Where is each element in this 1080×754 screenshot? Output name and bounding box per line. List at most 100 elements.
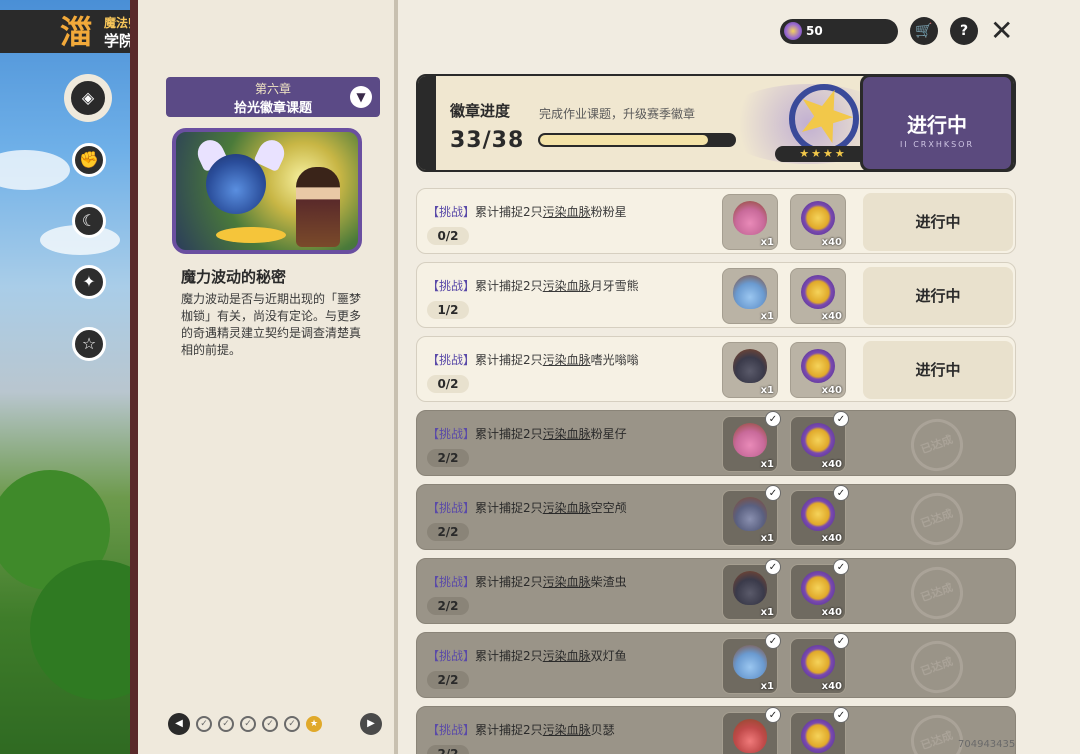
help-icon[interactable]: ? [950,17,978,45]
fist-icon[interactable]: ✊ [72,143,106,177]
chapter-number: 第六章 [254,82,291,96]
page-dot[interactable]: ✓ [218,716,234,732]
page-dot[interactable]: ✓ [196,716,212,732]
task-progress: 2/2 [427,597,469,615]
task-tag: 【挑战】 [427,501,476,515]
reward-qty: x40 [821,237,842,248]
reward-seed[interactable]: x1 [722,268,778,324]
task-target: 空空颅 [590,501,627,515]
task-status[interactable]: 进行中 [863,341,1013,399]
user-id: 704943435 [958,739,1016,750]
task-status-text: 进行中 [915,287,961,305]
task-progress: 2/2 [427,745,469,754]
task-tag: 【挑战】 [427,427,476,441]
page-dot[interactable]: ✓ [284,716,300,732]
task-row[interactable]: 【挑战】累计捕捉2只污染血脉粉粉星 0/2 x1 x40 进行中 [416,188,1016,254]
task-prefix: 累计捕捉2只 [475,501,543,515]
next-page-button[interactable]: ▶ [360,713,382,735]
magic-disk [216,227,286,243]
reward-qty: x40 [821,681,842,692]
completed-stamp: 已达成 [903,411,971,479]
chapter-banner[interactable]: 第六章 拾光徽章课题 ▼ [166,77,380,117]
reward-qty: x1 [760,311,774,322]
coin-icon [784,22,802,40]
task-row[interactable]: 【挑战】累计捕捉2只污染血脉柴渣虫 2/2 x1 ✓ x40 ✓ 已达成 [416,558,1016,627]
task-row[interactable]: 【挑战】累计捕捉2只污染血脉贝瑟 2/2 x1 ✓ x40 ✓ 已达成 [416,706,1016,754]
task-status: 已达成 [863,411,1013,479]
task-tag: 【挑战】 [427,723,476,737]
task-tag: 【挑战】 [427,353,476,367]
task-tag: 【挑战】 [427,649,476,663]
star-book-icon[interactable]: ☆ [72,327,106,361]
seed-icon [733,719,767,753]
star-burst-icon[interactable]: ✦ [72,265,106,299]
task-row[interactable]: 【挑战】累计捕捉2只污染血脉空空颅 2/2 x1 ✓ x40 ✓ 已达成 [416,484,1016,553]
reward-seed[interactable]: x1 ✓ [722,411,781,472]
completed-stamp: 已达成 [903,485,971,553]
check-icon: ✓ [765,485,781,501]
compass-icon[interactable]: ◈ [68,78,108,118]
coin-icon [801,275,835,309]
reward-qty: x40 [821,311,842,322]
seed-icon [733,645,767,679]
task-progress: 0/2 [427,375,469,393]
reward-seed[interactable]: x1 ✓ [722,485,781,546]
reward-coin[interactable]: x40 ✓ [790,633,849,694]
reward-coin[interactable]: x40 [790,268,846,324]
coin-icon [801,497,835,531]
badge-progress-hint: 完成作业课题，升级赛季徽章 [539,107,696,121]
reward-coin[interactable]: x40 ✓ [790,411,849,472]
task-description: 【挑战】累计捕捉2只污染血脉粉星仔 [427,425,627,442]
reward-seed[interactable]: x1 ✓ [722,633,781,694]
reward-coin[interactable]: x40 ✓ [790,559,849,620]
reward-seed[interactable]: x1 ✓ [722,559,781,620]
check-icon: ✓ [833,559,849,575]
task-target: 双灯鱼 [590,649,627,663]
page-dot-current[interactable]: ★ [306,716,322,732]
prev-page-button[interactable]: ◀ [168,713,190,735]
seed-icon [733,423,767,457]
check-icon: ✓ [765,559,781,575]
task-prefix: 累计捕捉2只 [475,353,543,367]
coin-icon [801,645,835,679]
check-icon: ✓ [833,707,849,723]
reward-seed[interactable]: x1 [722,194,778,250]
badge-progress-label: 徽章进度 [450,102,511,120]
task-prefix: 累计捕捉2只 [475,205,543,219]
page-dot[interactable]: ✓ [240,716,256,732]
badge-progress-fill [540,135,709,145]
task-status[interactable]: 进行中 [863,193,1013,251]
badge-status-panel: 进行中 II CRXHKSOR [860,74,1014,172]
task-description: 【挑战】累计捕捉2只污染血脉粉粉星 [427,203,627,220]
task-row[interactable]: 【挑战】累计捕捉2只污染血脉粉星仔 2/2 x1 ✓ x40 ✓ 已达成 [416,410,1016,479]
task-panel: 50 🛒 ? ✕ 徽章进度 完成作业课题，升级赛季徽章 33/38 ★★★★ 进… [394,0,1080,754]
creature-figure [206,154,266,214]
reward-coin[interactable]: x40 ✓ [790,707,849,754]
chevron-down-icon[interactable]: ▼ [350,86,372,108]
seed-icon [733,497,767,531]
task-description: 【挑战】累计捕捉2只污染血脉双灯鱼 [427,647,627,664]
close-icon[interactable]: ✕ [990,15,1013,47]
moon-star-icon[interactable]: ☾ [72,204,106,238]
reward-qty: x1 [760,681,774,692]
task-keyword: 污染血脉 [542,723,591,737]
task-prefix: 累计捕捉2只 [475,427,543,441]
task-row[interactable]: 【挑战】累计捕捉2只污染血脉嗜光嗡嗡 0/2 x1 x40 进行中 [416,336,1016,402]
seed-icon [733,275,767,309]
reward-coin[interactable]: x40 [790,194,846,250]
reward-seed[interactable]: x1 [722,342,778,398]
task-description: 【挑战】累计捕捉2只污染血脉嗜光嗡嗡 [427,351,639,368]
page-dot[interactable]: ✓ [262,716,278,732]
task-row[interactable]: 【挑战】累计捕捉2只污染血脉双灯鱼 2/2 x1 ✓ x40 ✓ 已达成 [416,632,1016,701]
reward-seed[interactable]: x1 ✓ [722,707,781,754]
background-scenery [0,0,135,754]
reward-coin[interactable]: x40 ✓ [790,485,849,546]
reward-coin[interactable]: x40 [790,342,846,398]
reward-qty: x40 [821,459,842,470]
task-keyword: 污染血脉 [542,279,591,293]
task-status[interactable]: 进行中 [863,267,1013,325]
task-status-text: 进行中 [915,361,961,379]
shop-cart-icon[interactable]: 🛒 [910,17,938,45]
check-icon: ✓ [765,411,781,427]
task-row[interactable]: 【挑战】累计捕捉2只污染血脉月牙雪熊 1/2 x1 x40 进行中 [416,262,1016,328]
